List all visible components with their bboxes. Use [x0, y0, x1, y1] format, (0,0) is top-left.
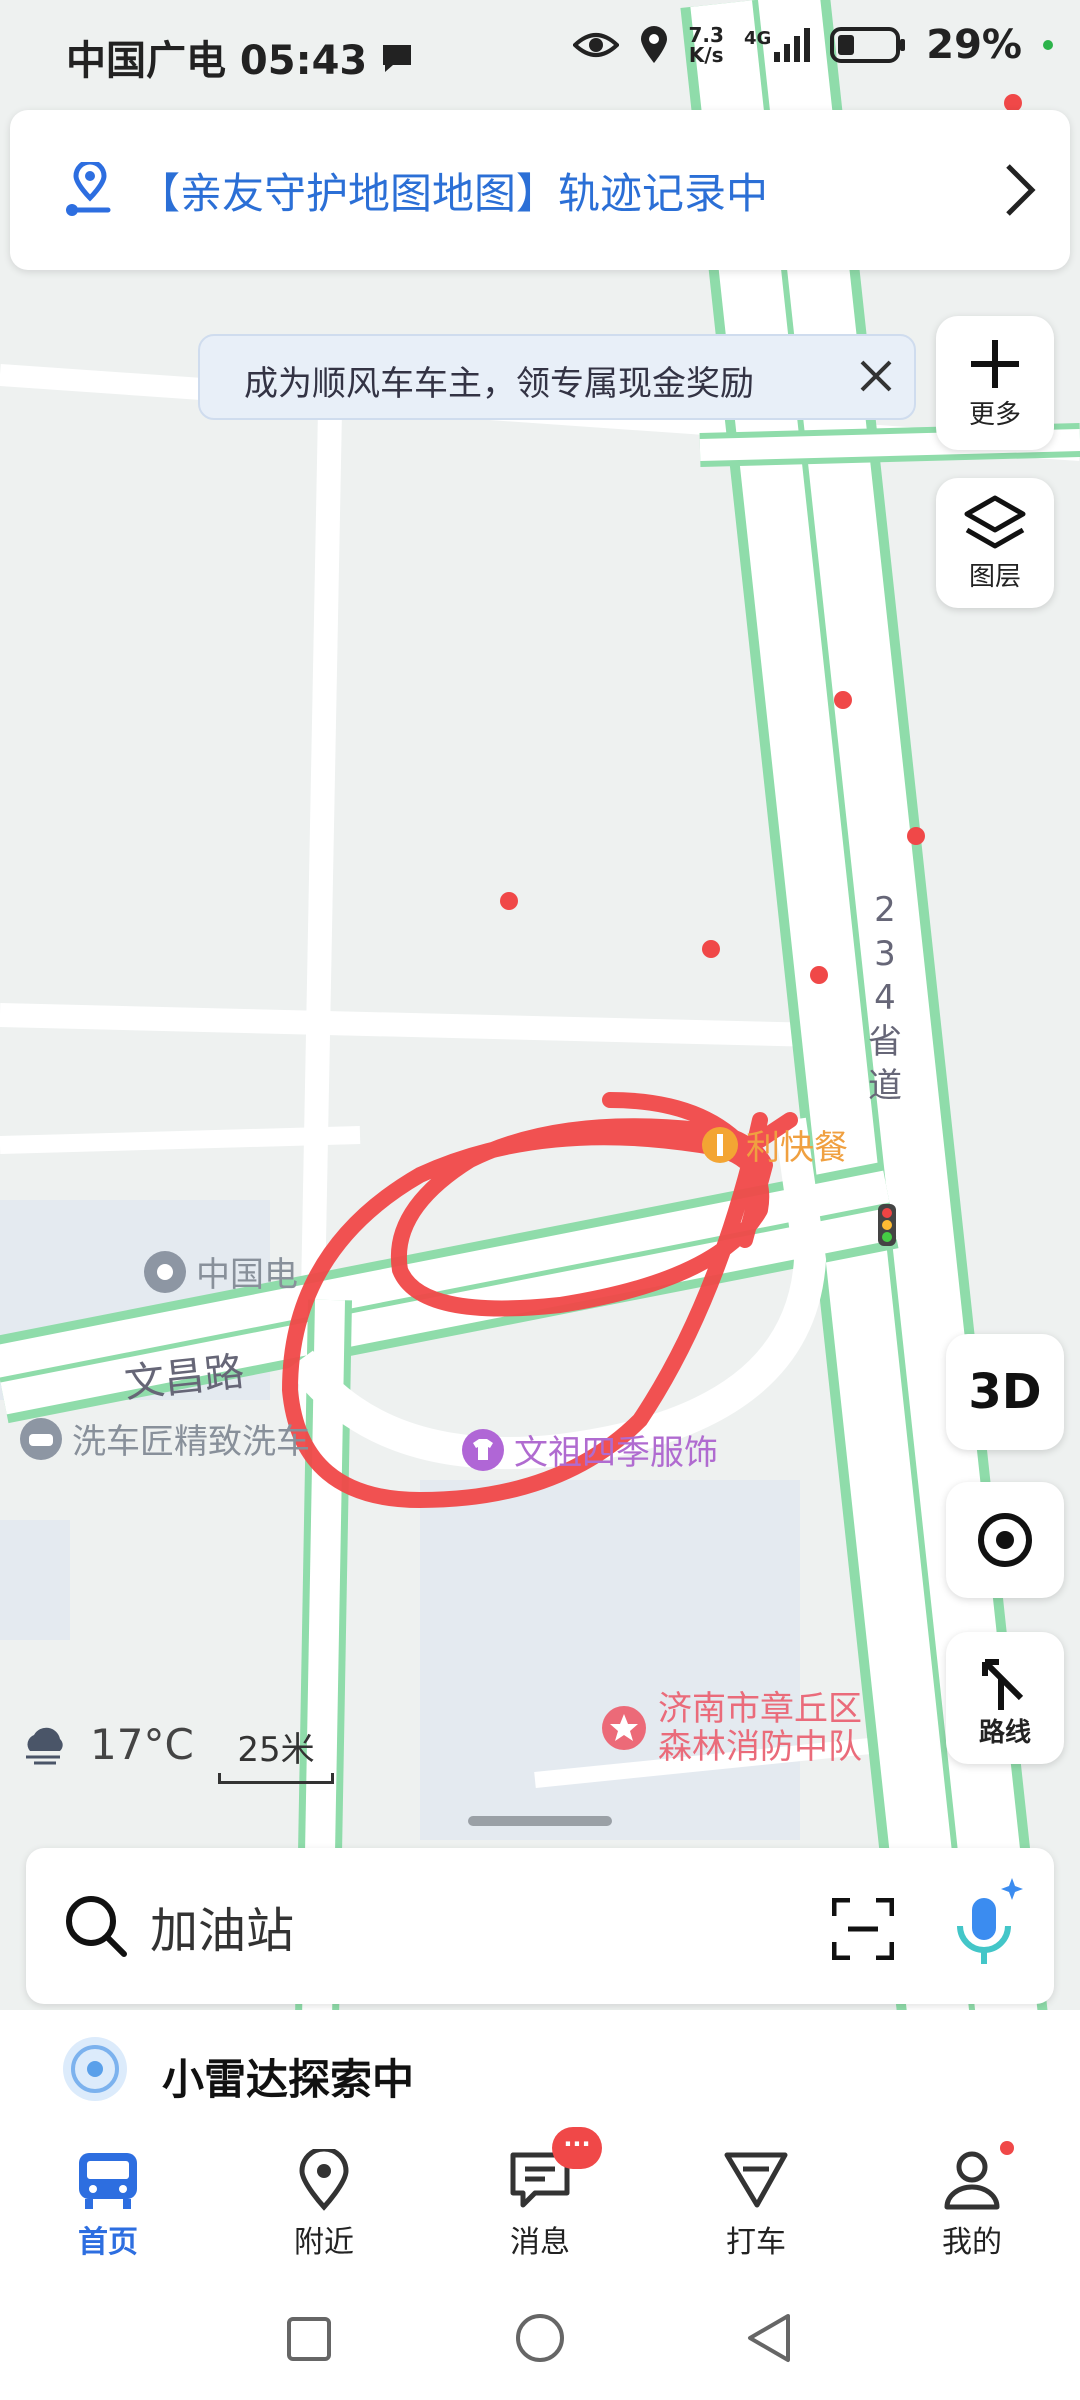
poi-carwash[interactable]: 洗车匠精致洗车: [18, 1414, 310, 1463]
bottom-tab-bar: 首页 附近 ··· 消息 打车 我的: [0, 2127, 1080, 2280]
layers-button[interactable]: 图层: [936, 478, 1054, 608]
tab-nearby[interactable]: 附近: [244, 2149, 404, 2261]
message-bubble-icon: [383, 45, 412, 72]
battery-percent: 29%: [926, 22, 1022, 68]
message-badge: ···: [552, 2127, 602, 2169]
3d-button[interactable]: 3D: [946, 1334, 1064, 1450]
radar-text: 小雷达探索中: [162, 2055, 415, 2104]
poi-label: 利快餐: [746, 1128, 848, 1168]
location-track-icon: [66, 162, 111, 216]
tab-mine[interactable]: 我的: [892, 2141, 1052, 2261]
system-nav-bar: [0, 2280, 1080, 2400]
recent-apps-icon[interactable]: [286, 2316, 332, 2362]
bus-home-icon: [79, 2153, 137, 2209]
search-input[interactable]: 加油站: [150, 1891, 294, 1961]
plus-icon: [971, 339, 1019, 388]
tab-label: 消息: [510, 2225, 570, 2260]
radar-icon: [63, 2037, 127, 2101]
tab-label: 打车: [726, 2225, 786, 2260]
search-icon: [66, 1896, 127, 1957]
user-icon: [944, 2151, 1000, 2210]
location-pin-icon: [640, 26, 667, 63]
road-label-234: 2 3 4 省 道: [868, 888, 902, 1108]
layers-label: 图层: [968, 561, 1021, 592]
close-icon[interactable]: [852, 352, 900, 400]
scan-icon[interactable]: [832, 1898, 894, 1960]
poi-wenzu-clothing[interactable]: 文祖四季服饰: [460, 1425, 718, 1474]
road-234-char: 4: [874, 978, 896, 1018]
voice-mic-icon[interactable]: [946, 1876, 1026, 1972]
home-circle-icon[interactable]: [514, 2312, 566, 2364]
locate-target-icon: [978, 1513, 1032, 1567]
tab-taxi[interactable]: 打车: [676, 2149, 836, 2261]
online-dot-icon: [1043, 40, 1053, 50]
eye-icon: [572, 33, 619, 57]
3d-label: 3D: [968, 1364, 1042, 1420]
road-234-char: 3: [874, 934, 896, 974]
back-triangle-icon[interactable]: [744, 2312, 794, 2364]
cloud-weather-icon: [26, 1727, 63, 1764]
track-banner-text: 【亲友守护地图地图】轨迹记录中: [138, 168, 769, 218]
chevron-right-icon[interactable]: [1000, 160, 1040, 220]
signal-icon: 4G: [743, 28, 811, 62]
poi-china-telecom[interactable]: 中国电: [142, 1247, 298, 1296]
temperature: 17°C: [90, 1720, 194, 1769]
net-speed-value: 7.3: [688, 23, 724, 47]
location-pin-icon: [299, 2149, 349, 2211]
taxi-icon: [724, 2152, 788, 2208]
poi-label: 文祖四季服饰: [514, 1433, 718, 1473]
network-type: 4G: [743, 28, 772, 49]
battery-icon: [830, 27, 906, 63]
locate-button[interactable]: [946, 1482, 1064, 1598]
net-speed: 7.3 K/s: [689, 25, 724, 65]
tab-label: 我的: [942, 2225, 1002, 2260]
poi-fastfood[interactable]: 利快餐: [700, 1120, 848, 1169]
weather-widget[interactable]: 17°C: [20, 1720, 194, 1769]
tab-label: 首页: [78, 2225, 138, 2260]
scale-label: 25米: [237, 1730, 315, 1770]
tab-home[interactable]: 首页: [28, 2149, 188, 2261]
shirt-icon: [462, 1428, 504, 1471]
notification-dot: [1000, 2141, 1014, 2155]
scale-bar: [218, 1773, 334, 1784]
poi-label: 济南市章丘区: [658, 1689, 862, 1729]
route-label: 路线: [978, 1717, 1031, 1748]
star-icon: [602, 1706, 646, 1750]
search-bar[interactable]: 加油站: [26, 1848, 1054, 2004]
more-button[interactable]: 更多: [936, 316, 1054, 450]
poi-fire-station[interactable]: 济南市章丘区 森林消防中队: [600, 1690, 862, 1766]
drag-handle[interactable]: [468, 1816, 612, 1826]
poi-label: 洗车匠精致洗车: [72, 1422, 310, 1462]
net-speed-unit: K/s: [688, 43, 724, 67]
poi-label: 森林消防中队: [658, 1727, 862, 1767]
carrier-time: 中国广电 05:43: [66, 38, 368, 84]
poi-label: 中国电: [196, 1255, 298, 1295]
route-arrow-icon: [982, 1658, 1024, 1710]
road-234-char: 道: [868, 1066, 902, 1106]
food-icon: [702, 1126, 738, 1163]
road-234-char: 省: [868, 1022, 902, 1062]
status-bar: 中国广电 05:43 7.3 K/s 4G 29%: [0, 0, 1080, 100]
track-record-banner[interactable]: 【亲友守护地图地图】轨迹记录中: [10, 110, 1070, 270]
radar-explore-row[interactable]: 小雷达探索中: [0, 2010, 1080, 2130]
car-icon: [20, 1417, 62, 1460]
tab-label: 附近: [294, 2225, 354, 2260]
map-view[interactable]: [0, 0, 1080, 2130]
tab-messages[interactable]: ··· 消息: [460, 2127, 620, 2261]
route-button[interactable]: 路线: [946, 1632, 1064, 1764]
poi-dot-icon: [144, 1250, 186, 1293]
map-scale: 25米: [218, 1722, 334, 1784]
road-234-char: 2: [874, 890, 896, 930]
layers-icon: [964, 495, 1026, 548]
promo-text: 成为顺风车车主，领专属现金奖励: [244, 364, 754, 404]
carpool-promo-banner[interactable]: 成为顺风车车主，领专属现金奖励: [198, 334, 916, 420]
more-label: 更多: [968, 399, 1021, 430]
